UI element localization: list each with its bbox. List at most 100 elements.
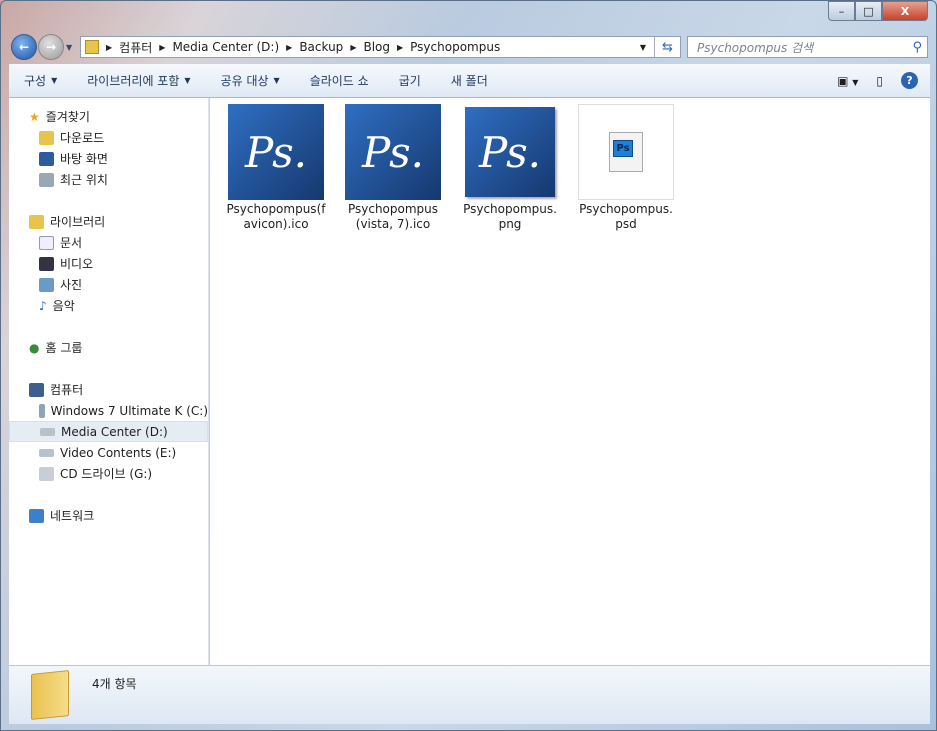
chevron-right-icon[interactable]: ▶ <box>159 43 165 52</box>
drive-icon <box>39 448 54 457</box>
nav-label: 라이브러리 <box>50 215 106 229</box>
network-icon <box>29 508 44 523</box>
nav-network[interactable]: 네트워크 <box>9 505 208 526</box>
nav-label: 비디오 <box>60 257 94 271</box>
recent-places-icon <box>39 172 54 187</box>
image-thumbnail: Ps. <box>465 107 555 197</box>
address-bar[interactable]: ▶ 컴퓨터 ▶ Media Center (D:) ▶ Backup ▶ Blog ▶ … <box>80 36 681 58</box>
nav-drive-d[interactable]: Media Center (D:) <box>9 421 208 442</box>
share-button[interactable]: 공유 대상 ▼ <box>206 72 295 89</box>
file-name: Psychopompus(favicon).ico <box>226 202 326 231</box>
recent-pages-dropdown[interactable]: ▼ <box>66 43 72 52</box>
nav-label: 다운로드 <box>60 131 105 145</box>
close-button[interactable]: X <box>882 1 928 21</box>
nav-label: 사진 <box>60 278 83 292</box>
music-icon: ♪ <box>39 298 47 313</box>
maximize-button[interactable]: □ <box>855 1 882 21</box>
address-dropdown-icon[interactable]: ▼ <box>640 43 646 52</box>
nav-videos[interactable]: 비디오 <box>9 253 208 274</box>
breadcrumb-psychopompus[interactable]: Psychopompus <box>410 40 500 54</box>
change-view-button[interactable]: ▣ ▼ <box>837 74 858 88</box>
desktop-icon <box>39 151 54 166</box>
nav-pictures[interactable]: 사진 <box>9 274 208 295</box>
nav-libraries[interactable]: 라이브러리 <box>9 211 208 232</box>
nav-label: 컴퓨터 <box>50 383 84 397</box>
command-bar: 구성 ▼ 라이브러리에 포함 ▼ 공유 대상 ▼ 슬라이드 쇼 굽기 새 폴더 ▣ ▼… <box>9 64 930 98</box>
organize-button[interactable]: 구성 ▼ <box>9 72 72 89</box>
nav-recent-places[interactable]: 최근 위치 <box>9 169 208 190</box>
pictures-icon <box>39 277 54 292</box>
organize-label: 구성 <box>24 74 47 88</box>
nav-music[interactable]: ♪ 음악 <box>9 295 208 316</box>
nav-label: 즐겨찾기 <box>45 110 90 124</box>
nav-drive-e[interactable]: Video Contents (E:) <box>9 442 208 463</box>
nav-homegroup[interactable]: ● 홈 그룹 <box>9 337 208 358</box>
nav-downloads[interactable]: 다운로드 <box>9 127 208 148</box>
nav-drive-g[interactable]: CD 드라이브 (G:) <box>9 463 208 484</box>
chevron-right-icon[interactable]: ▶ <box>106 43 112 52</box>
nav-label: 음악 <box>52 299 75 313</box>
cd-drive-icon <box>39 466 54 481</box>
breadcrumb-drive[interactable]: Media Center (D:) <box>172 40 279 54</box>
nav-drive-c[interactable]: Windows 7 Ultimate K (C:) <box>9 400 208 421</box>
file-list: Ps. Psychopompus(favicon).ico Ps. Psychopo… <box>210 98 930 665</box>
nav-label: Media Center (D:) <box>61 424 168 439</box>
help-button[interactable]: ? <box>901 72 918 89</box>
nav-label: 네트워크 <box>50 509 95 523</box>
search-placeholder: Psychopompus 검색 <box>697 40 814 55</box>
chevron-right-icon[interactable]: ▶ <box>350 43 356 52</box>
nav-favorites[interactable]: ★ 즐겨찾기 <box>9 106 208 127</box>
preview-pane-button[interactable]: ▯ <box>876 74 883 88</box>
file-item[interactable]: Ps. Psychopompus.png <box>460 104 560 232</box>
file-name: Psychopompus.psd <box>579 202 673 231</box>
breadcrumb-computer[interactable]: 컴퓨터 <box>119 39 152 56</box>
folder-icon <box>85 40 99 54</box>
nav-label: Video Contents (E:) <box>60 445 177 460</box>
nav-label: 최근 위치 <box>60 173 108 187</box>
nav-computer[interactable]: 컴퓨터 <box>9 379 208 400</box>
navigation-pane: ★ 즐겨찾기 다운로드 바탕 화면 최근 위치 라이브러리 문서 비디오 사진 ♪… <box>9 98 209 665</box>
chevron-right-icon[interactable]: ▶ <box>397 43 403 52</box>
back-button[interactable]: ← <box>11 34 37 60</box>
navigation-buttons: ← → ▼ <box>11 34 72 60</box>
file-item[interactable]: Ps Psychopompus.psd <box>576 104 676 232</box>
psd-file-icon: Ps <box>578 104 674 200</box>
chevron-right-icon[interactable]: ▶ <box>286 43 292 52</box>
folder-icon <box>31 670 69 720</box>
nav-label: 문서 <box>60 236 83 250</box>
nav-label: CD 드라이브 (G:) <box>60 467 153 481</box>
star-icon: ★ <box>29 109 40 124</box>
include-library-button[interactable]: 라이브러리에 포함 ▼ <box>72 72 205 89</box>
explorer-window: – □ X ← → ▼ ▶ 컴퓨터 ▶ Media Center (D:) ▶ Ba… <box>0 0 937 731</box>
nav-label: 홈 그룹 <box>45 341 83 355</box>
item-count: 4개 항목 <box>92 677 137 691</box>
include-library-label: 라이브러리에 포함 <box>87 74 180 88</box>
minimize-button[interactable]: – <box>828 1 855 21</box>
chevron-down-icon: ▼ <box>184 76 191 85</box>
forward-button[interactable]: → <box>38 34 64 60</box>
breadcrumb-backup[interactable]: Backup <box>299 40 343 54</box>
chevron-down-icon: ▼ <box>273 76 280 85</box>
search-input[interactable]: Psychopompus 검색 ⚲ <box>687 36 928 58</box>
drive-icon <box>40 427 55 436</box>
photoshop-icon: Ps <box>613 140 633 157</box>
downloads-icon <box>39 130 54 145</box>
slideshow-button[interactable]: 슬라이드 쇼 <box>295 72 384 89</box>
new-folder-button[interactable]: 새 폴더 <box>436 72 503 89</box>
system-drive-icon <box>39 403 45 418</box>
nav-documents[interactable]: 문서 <box>9 232 208 253</box>
search-icon[interactable]: ⚲ <box>912 40 922 55</box>
burn-button[interactable]: 굽기 <box>384 72 436 89</box>
file-item[interactable]: Ps. Psychopompus(vista, 7).ico <box>343 104 443 232</box>
details-pane: 4개 항목 <box>9 665 930 724</box>
file-item[interactable]: Ps. Psychopompus(favicon).ico <box>226 104 326 232</box>
image-thumbnail: Ps. <box>228 104 324 200</box>
chevron-down-icon: ▼ <box>51 76 58 85</box>
breadcrumb-blog[interactable]: Blog <box>363 40 390 54</box>
computer-icon <box>29 382 44 397</box>
refresh-button[interactable]: ⇆ <box>654 37 680 57</box>
image-thumbnail: Ps. <box>345 104 441 200</box>
nav-desktop[interactable]: 바탕 화면 <box>9 148 208 169</box>
documents-icon <box>39 235 54 250</box>
file-name: Psychopompus(vista, 7).ico <box>347 202 439 231</box>
